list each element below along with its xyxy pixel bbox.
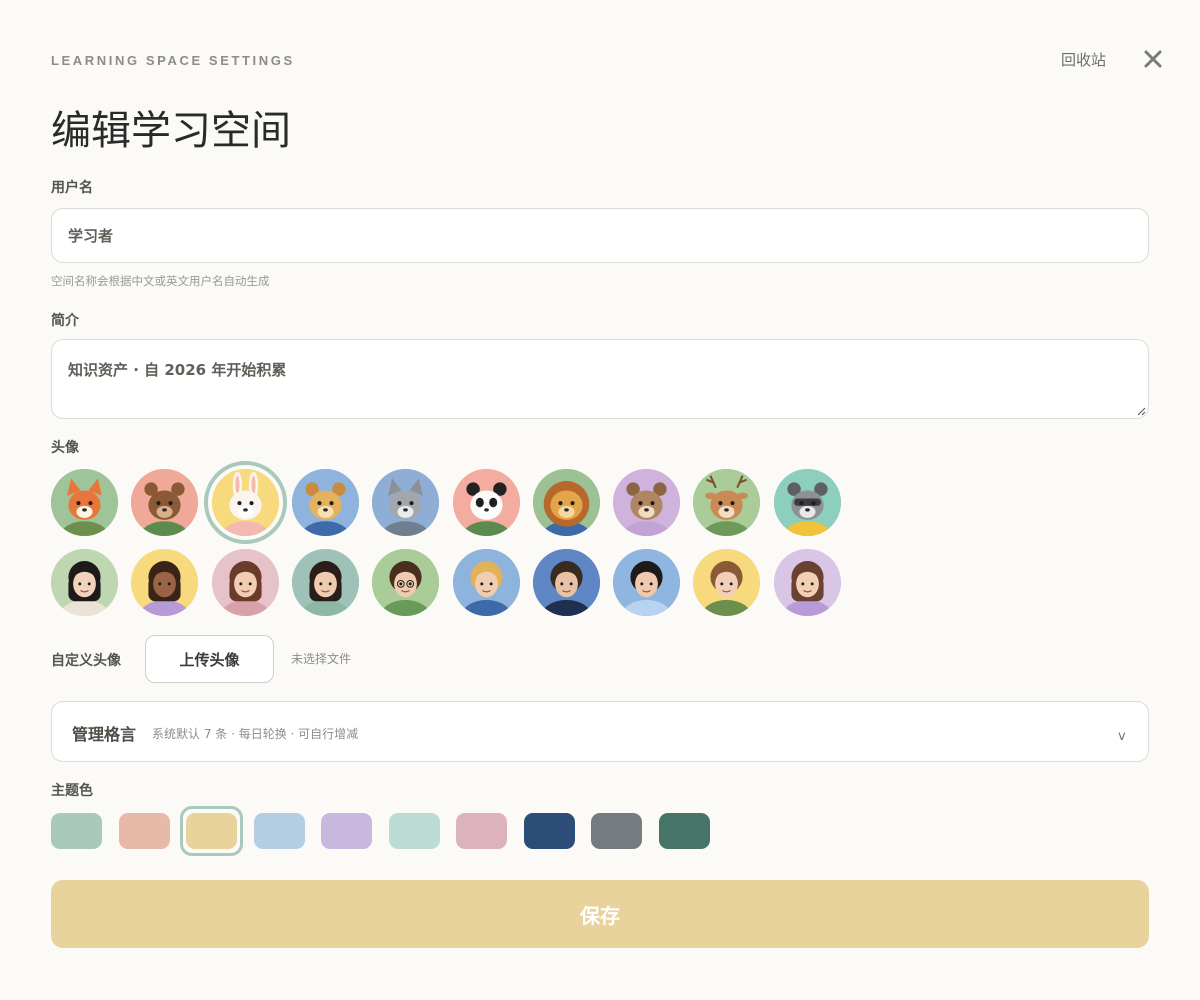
chevron-down-icon: v	[1118, 729, 1126, 744]
bunny-avatar-icon	[211, 469, 279, 536]
close-icon	[1144, 50, 1162, 68]
no-file-text: 未选择文件	[291, 652, 352, 666]
man-shirt-avatar-icon	[613, 549, 681, 616]
bear-avatar-icon	[131, 469, 199, 536]
theme-swatch-8[interactable]	[523, 813, 575, 849]
avatar-option-boy-blond[interactable]	[452, 549, 520, 616]
close-button[interactable]	[1140, 46, 1166, 72]
recycle-bin-link[interactable]: 回收站	[1061, 49, 1106, 70]
woman-wavy-avatar-icon	[211, 549, 279, 616]
avatar-option-woman-curly[interactable]	[131, 549, 199, 616]
avatar-option-child-girl[interactable]	[773, 549, 841, 616]
avatar-option-woman-long-hair[interactable]	[51, 549, 118, 616]
username-label: 用户名	[51, 180, 93, 196]
username-input[interactable]	[51, 208, 1149, 263]
theme-swatch-6[interactable]	[388, 813, 440, 849]
dog-avatar-icon	[291, 469, 359, 536]
avatar-option-bear[interactable]	[131, 469, 199, 536]
panda-avatar-icon	[452, 469, 520, 536]
manage-quotes-panel[interactable]: 管理格言 系统默认 7 条 · 每日轮换 · 可自行增减 v	[51, 701, 1149, 762]
bio-textarea[interactable]: 知识资产 · 自 2026 年开始积累	[51, 339, 1149, 419]
avatar-option-man-shirt[interactable]	[613, 549, 681, 616]
avatar-option-man-glasses[interactable]	[372, 549, 440, 616]
lion-avatar-icon	[532, 469, 600, 536]
man-glasses-avatar-icon	[372, 549, 440, 616]
avatar-option-dog[interactable]	[291, 469, 359, 536]
deer-avatar-icon	[693, 469, 761, 536]
quotes-title: 管理格言	[72, 725, 137, 744]
username-hint: 空间名称会根据中文或英文用户名自动生成	[51, 274, 270, 288]
woman-bob-avatar-icon	[291, 549, 359, 616]
woman-long-hair-avatar-icon	[51, 549, 118, 616]
resize-handle-icon[interactable]	[1136, 406, 1146, 416]
raccoon-avatar-icon	[773, 469, 841, 536]
bio-text: 知识资产 · 自 2026 年开始积累	[68, 361, 287, 379]
owl-avatar-icon	[613, 469, 681, 536]
avatar-option-raccoon[interactable]	[773, 469, 841, 536]
bio-label: 简介	[51, 313, 79, 329]
theme-swatch-4[interactable]	[253, 813, 305, 849]
avatar-option-man-suit[interactable]	[532, 549, 600, 616]
avatar-option-woman-wavy[interactable]	[211, 549, 279, 616]
avatar-option-deer[interactable]	[693, 469, 761, 536]
woman-curly-avatar-icon	[131, 549, 199, 616]
avatar-option-panda[interactable]	[452, 469, 520, 536]
theme-swatch-3[interactable]	[186, 813, 237, 849]
cat-avatar-icon	[372, 469, 440, 536]
theme-swatch-7[interactable]	[456, 813, 507, 849]
upload-avatar-button[interactable]: 上传头像	[145, 635, 274, 683]
avatar-option-fox[interactable]	[51, 469, 118, 536]
avatar-label: 头像	[51, 440, 79, 456]
theme-swatch-2[interactable]	[118, 813, 170, 849]
avatar-option-bunny[interactable]	[211, 469, 279, 536]
theme-swatch-9[interactable]	[591, 813, 642, 849]
theme-swatch-10[interactable]	[658, 813, 710, 849]
boy-blond-avatar-icon	[452, 549, 520, 616]
avatar-option-lion[interactable]	[532, 469, 600, 536]
avatar-option-cat[interactable]	[372, 469, 440, 536]
theme-swatch-5[interactable]	[321, 813, 372, 849]
custom-avatar-label: 自定义头像	[51, 653, 121, 669]
fox-avatar-icon	[51, 469, 118, 536]
avatar-option-woman-bob[interactable]	[291, 549, 359, 616]
avatar-option-owl[interactable]	[613, 469, 681, 536]
child-girl-avatar-icon	[773, 549, 841, 616]
theme-label: 主题色	[51, 783, 93, 799]
save-button[interactable]: 保存	[51, 880, 1149, 948]
avatar-option-child-boy[interactable]	[693, 549, 761, 616]
child-boy-avatar-icon	[693, 549, 761, 616]
man-suit-avatar-icon	[532, 549, 600, 616]
theme-swatch-1[interactable]	[51, 813, 102, 849]
quotes-subtitle: 系统默认 7 条 · 每日轮换 · 可自行增减	[152, 727, 359, 741]
page-title: 编辑学习空间	[51, 108, 291, 154]
eyebrow-title: LEARNING SPACE SETTINGS	[51, 53, 295, 68]
